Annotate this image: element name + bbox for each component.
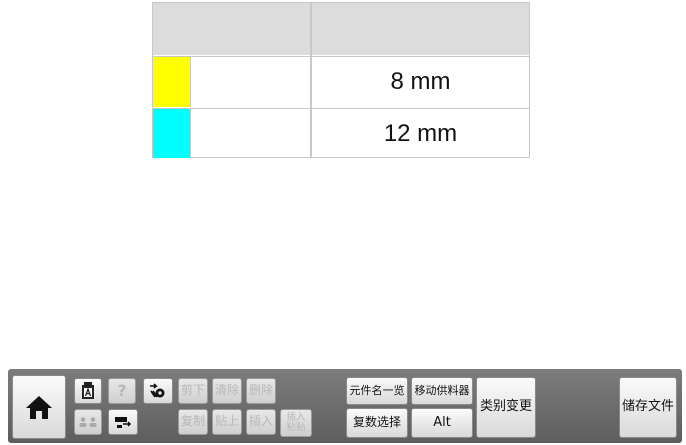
copy-button[interactable]: 复制 bbox=[178, 409, 208, 435]
cell-divider bbox=[190, 109, 191, 158]
color-swatch-yellow bbox=[153, 57, 190, 107]
insert-button[interactable]: 插入 bbox=[246, 409, 276, 435]
insert-paste-label-line2: 粘贴 bbox=[286, 422, 306, 433]
paste-button[interactable]: 贴上 bbox=[212, 409, 242, 435]
alt-button[interactable]: Alt bbox=[411, 408, 473, 438]
home-icon bbox=[26, 396, 52, 419]
bottom-toolbar: ? 剪下 清除 删除 复制 贴上 插入 插入 粘贴 元件名一览 移动供料器 复数… bbox=[8, 369, 682, 443]
clear-button[interactable]: 清除 bbox=[212, 378, 242, 404]
size-cell: 8 mm bbox=[390, 68, 451, 95]
cell-divider bbox=[190, 57, 191, 107]
home-button[interactable] bbox=[12, 375, 66, 439]
users-icon bbox=[79, 417, 97, 427]
delete-button[interactable]: 删除 bbox=[246, 378, 276, 404]
cut-button[interactable]: 剪下 bbox=[178, 378, 208, 404]
tape-size-table: 8 mm 12 mm bbox=[152, 2, 530, 158]
size-cell: 12 mm bbox=[383, 119, 458, 147]
gear-arrow-button[interactable] bbox=[143, 378, 173, 404]
category-change-button[interactable]: 类别变更 bbox=[476, 377, 536, 438]
device-icon bbox=[115, 417, 132, 428]
header-cell-color bbox=[153, 3, 310, 55]
header-cell-size bbox=[312, 3, 529, 55]
document-button[interactable] bbox=[74, 378, 102, 404]
device-button[interactable] bbox=[108, 409, 138, 435]
document-a-icon bbox=[82, 382, 94, 399]
part-name-list-button[interactable]: 元件名一览 bbox=[346, 377, 408, 405]
multi-select-button[interactable]: 复数选择 bbox=[346, 408, 408, 438]
insert-paste-button[interactable]: 插入 粘贴 bbox=[280, 409, 312, 437]
help-button[interactable]: ? bbox=[108, 378, 136, 404]
move-feeder-button[interactable]: 移动供料器 bbox=[411, 377, 473, 405]
color-swatch-cyan bbox=[153, 109, 190, 158]
table-row[interactable]: 12 mm bbox=[153, 108, 529, 158]
gear-arrow-icon bbox=[150, 383, 165, 398]
table-header bbox=[153, 3, 529, 55]
table-row[interactable]: 8 mm bbox=[153, 56, 529, 107]
save-file-button[interactable]: 储存文件 bbox=[619, 377, 677, 438]
users-button[interactable] bbox=[74, 409, 102, 435]
